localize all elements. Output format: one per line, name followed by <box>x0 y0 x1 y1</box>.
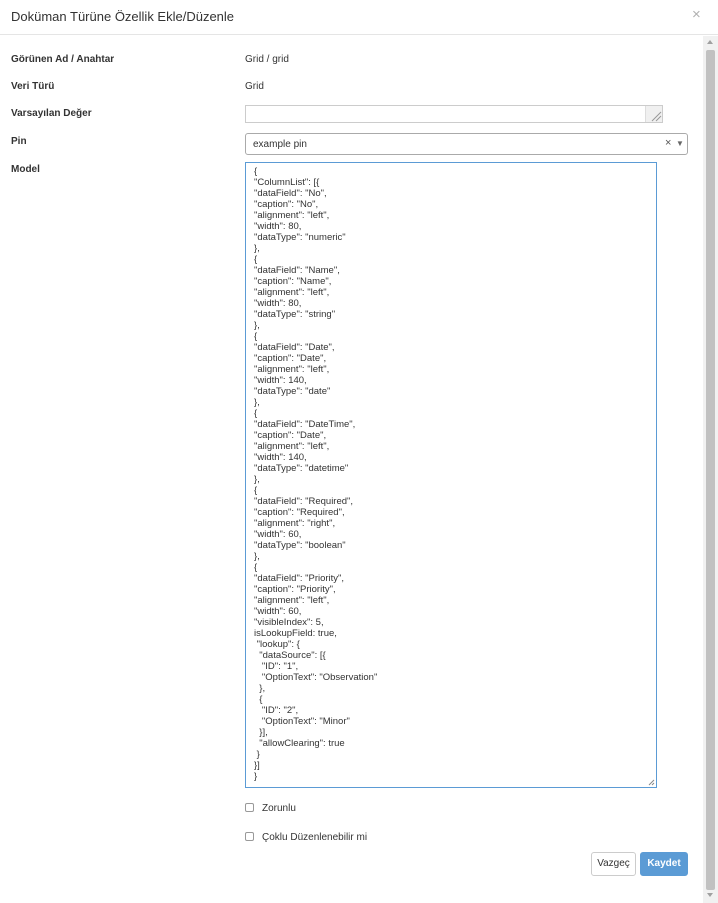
resize-grip-icon[interactable] <box>645 106 662 122</box>
scroll-up-icon[interactable] <box>707 40 713 44</box>
multi-edit-label: Çoklu Düzenlenebilir mi <box>262 832 368 843</box>
chevron-down-icon[interactable]: ▼ <box>676 139 684 148</box>
scrollbar-thumb[interactable] <box>706 50 715 890</box>
clear-icon[interactable]: × <box>665 137 671 149</box>
display-name-label: Görünen Ad / Anahtar <box>11 54 115 65</box>
pin-select[interactable]: example pin × ▼ <box>245 133 688 155</box>
required-checkbox[interactable] <box>245 803 254 812</box>
scroll-down-icon[interactable] <box>707 893 713 897</box>
model-label: Model <box>11 164 40 175</box>
data-type-label: Veri Türü <box>11 81 55 92</box>
dialog-title: Doküman Türüne Özellik Ekle/Düzenle <box>11 9 235 24</box>
display-name-value: Grid / grid <box>245 54 289 65</box>
vertical-scrollbar[interactable] <box>703 36 718 903</box>
pin-label: Pin <box>11 136 27 147</box>
multi-edit-checkbox[interactable] <box>245 832 254 841</box>
required-label: Zorunlu <box>262 803 296 814</box>
pin-selected-value: example pin <box>253 139 307 150</box>
model-textarea[interactable]: { "ColumnList": [{ "dataField": "No", "c… <box>245 162 657 788</box>
dialog-header: Doküman Türüne Özellik Ekle/Düzenle × <box>0 0 718 35</box>
cancel-button[interactable]: Vazgeç <box>591 852 636 876</box>
default-value-label: Varsayılan Değer <box>11 108 92 119</box>
resize-handle-icon[interactable] <box>647 778 655 786</box>
model-text: { "ColumnList": [{ "dataField": "No", "c… <box>254 166 378 782</box>
close-icon[interactable]: × <box>692 6 701 23</box>
property-dialog: Doküman Türüne Özellik Ekle/Düzenle × Gö… <box>0 0 718 903</box>
default-value-input[interactable] <box>245 105 663 123</box>
data-type-value: Grid <box>245 81 264 92</box>
save-button[interactable]: Kaydet <box>640 852 688 876</box>
